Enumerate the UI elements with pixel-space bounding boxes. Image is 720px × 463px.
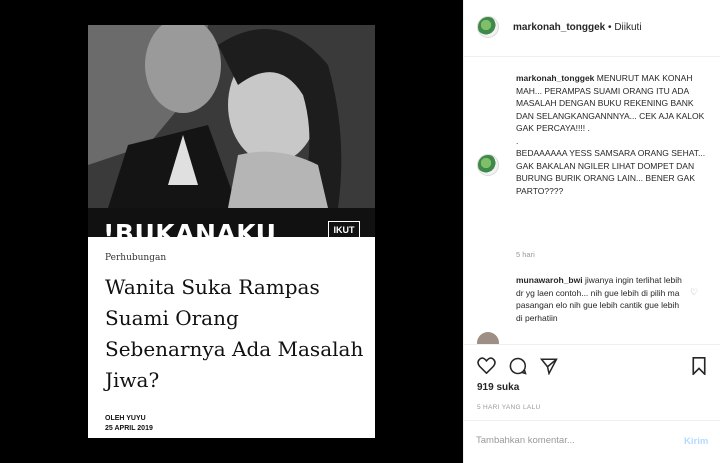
article-byline: OLEH YUYU 25 APRIL 2019: [105, 414, 153, 434]
comment-input[interactable]: [476, 435, 666, 446]
post-image: !BUKANAKU IKUT Perhubungan Wanita Suka R…: [88, 25, 375, 438]
comment-icon[interactable]: [509, 357, 527, 378]
tree-avatar-icon[interactable]: [477, 154, 499, 176]
bookmark-icon[interactable]: [692, 357, 706, 378]
post-comment-button[interactable]: Kirim: [684, 436, 708, 447]
like-count[interactable]: 919 suka: [477, 382, 519, 393]
user-avatar[interactable]: [477, 332, 499, 344]
article-card: Perhubungan Wanita Suka Rampas Suami Ora…: [88, 237, 375, 438]
comment-username[interactable]: markonah_tonggek: [516, 73, 594, 83]
couple-photo: [88, 25, 375, 208]
byline-author: OLEH YUYU: [105, 415, 146, 422]
heart-icon[interactable]: [477, 357, 496, 377]
photo-illustration: [88, 25, 375, 208]
share-icon[interactable]: [539, 357, 558, 378]
post-media[interactable]: !BUKANAKU IKUT Perhubungan Wanita Suka R…: [0, 0, 463, 463]
comment-caption: markonah_tonggek MENURUT MAK KONAH MAH..…: [516, 72, 706, 197]
comment-item: munawaroh_bwi jiwanya ingin terlihat leb…: [516, 274, 684, 324]
header-separator: •: [608, 22, 612, 33]
comment-time: 5 hari: [516, 250, 535, 259]
header-username[interactable]: markonah_tonggek: [513, 22, 605, 33]
post-header: markonah_tonggek • Diikuti: [464, 0, 720, 57]
header-username-line: markonah_tonggek • Diikuti: [513, 22, 642, 33]
tree-avatar-icon[interactable]: [477, 16, 499, 38]
comment-username[interactable]: munawaroh_bwi: [516, 275, 583, 285]
post-date[interactable]: 5 HARI YANG LALU: [477, 404, 540, 411]
follow-status-button[interactable]: Diikuti: [614, 22, 641, 33]
article-headline: Wanita Suka Rampas Suami Orang Sebenarny…: [105, 275, 364, 392]
article-category: Perhubungan: [105, 253, 167, 263]
comment-text-continued: BEDAAAAAA YESS SAMSARA ORANG SEHAT... GA…: [516, 148, 706, 196]
byline-date: 25 APRIL 2019: [105, 425, 153, 432]
add-comment-bar: Kirim: [464, 420, 720, 463]
post-side-panel: markonah_tonggek • Diikuti markonah_tong…: [463, 0, 720, 463]
comments-list[interactable]: markonah_tonggek MENURUT MAK KONAH MAH..…: [464, 58, 720, 344]
comment-like-heart-icon[interactable]: ♡: [690, 287, 698, 298]
comment-text-dot: .: [516, 135, 519, 146]
